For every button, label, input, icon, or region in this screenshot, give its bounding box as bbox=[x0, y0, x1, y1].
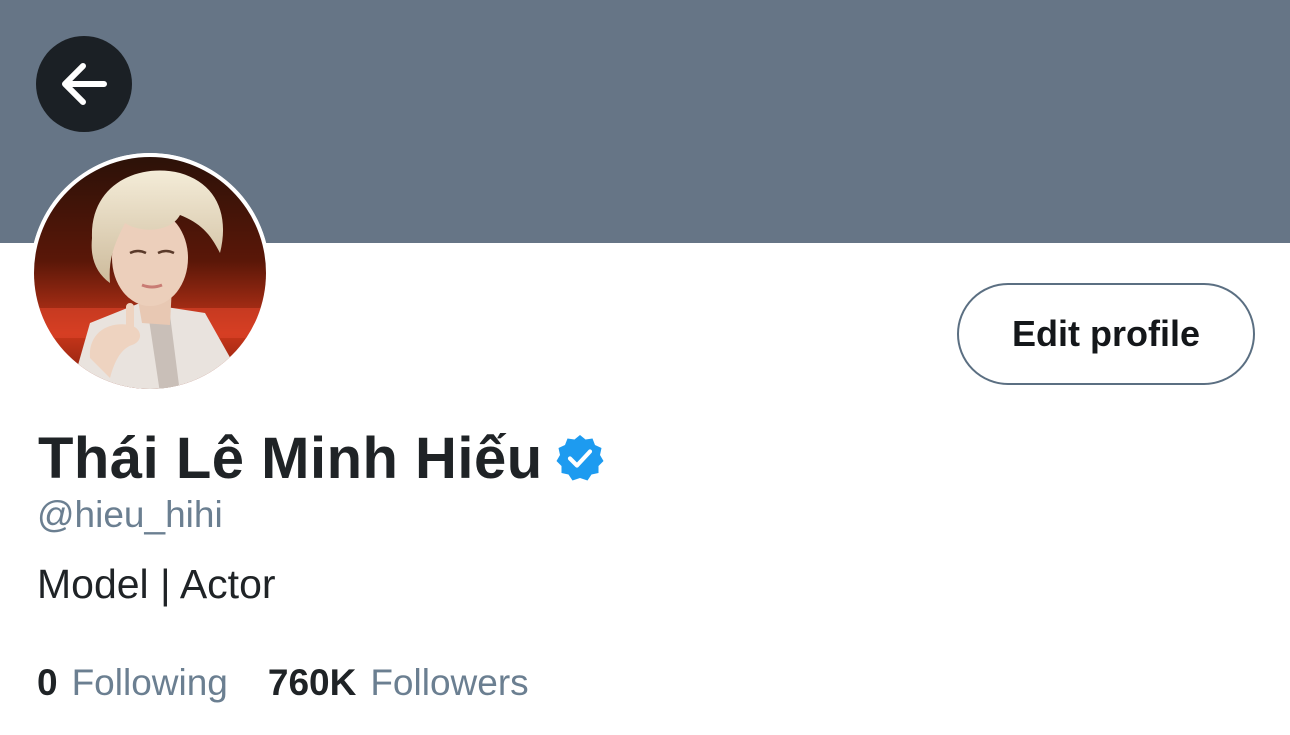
profile-handle: @hieu_hihi bbox=[37, 494, 223, 535]
followers-count: 760K bbox=[267, 662, 357, 703]
display-name: Thái Lê Minh Hiếu bbox=[38, 425, 543, 491]
followers-label: Followers bbox=[370, 662, 529, 703]
profile-bio: Model | Actor bbox=[37, 561, 276, 607]
followers-link[interactable]: 760K Followers bbox=[268, 662, 529, 704]
arrow-left-icon bbox=[57, 57, 111, 111]
verified-badge-icon bbox=[555, 433, 605, 483]
following-link[interactable]: 0 Following bbox=[37, 662, 228, 704]
following-label: Following bbox=[71, 662, 228, 703]
following-count: 0 bbox=[37, 662, 58, 703]
back-button[interactable] bbox=[36, 36, 132, 132]
profile-stats: 0 Following 760K Followers bbox=[37, 660, 529, 706]
edit-profile-button[interactable]: Edit profile bbox=[957, 283, 1255, 385]
avatar[interactable] bbox=[30, 153, 270, 393]
name-row: Thái Lê Minh Hiếu bbox=[38, 423, 605, 493]
profile-page: Edit profile Thái Lê Minh Hiếu @hieu_hih… bbox=[0, 0, 1290, 735]
